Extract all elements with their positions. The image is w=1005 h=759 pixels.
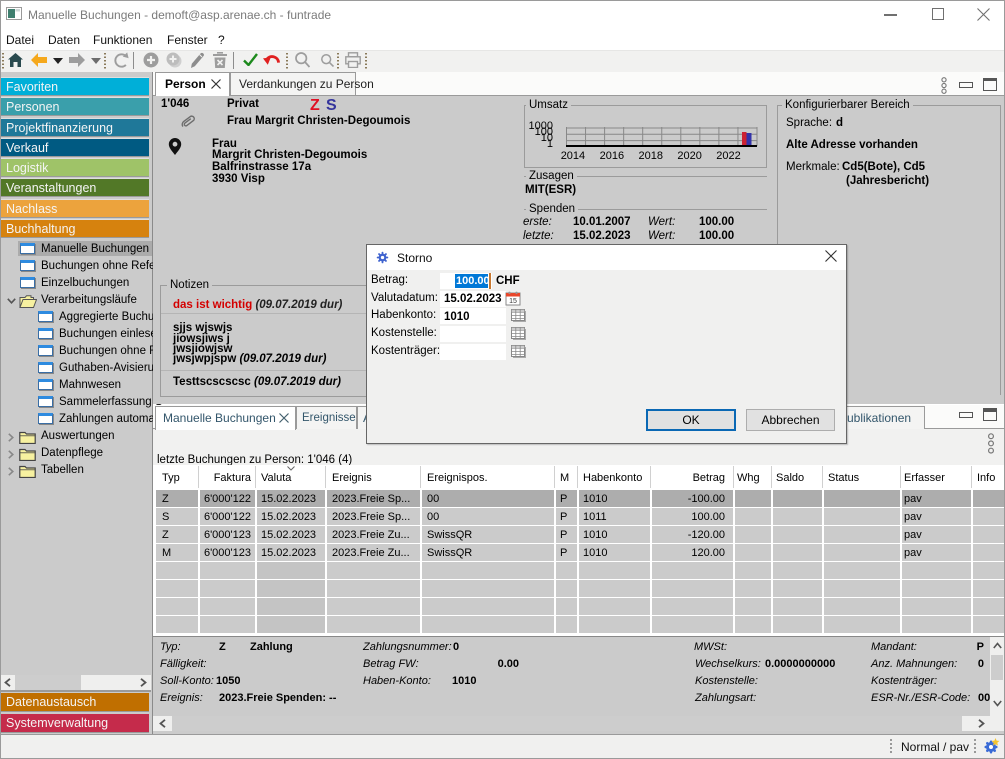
svg-text:15: 15 <box>509 298 517 305</box>
